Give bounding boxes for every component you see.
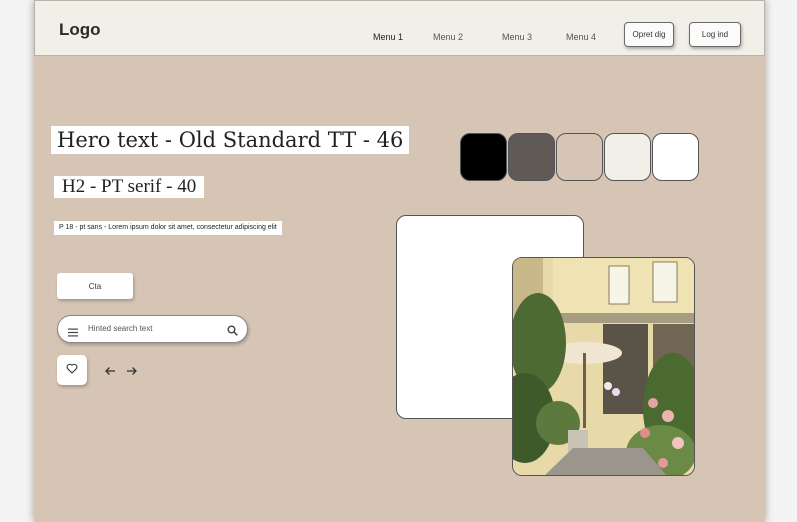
search-icon[interactable] — [227, 323, 238, 341]
login-button[interactable]: Log ind — [689, 22, 741, 47]
menu-icon[interactable] — [68, 324, 78, 342]
color-swatch-cream — [604, 133, 651, 181]
color-swatch-black — [460, 133, 507, 181]
menu-item-3[interactable]: Menu 3 — [502, 32, 532, 42]
color-swatch-dark-gray — [508, 133, 555, 181]
menu-item-1[interactable]: Menu 1 — [373, 32, 403, 42]
cta-button[interactable]: Cta — [57, 273, 133, 299]
page-frame: Logo Menu 1 Menu 2 Menu 3 Menu 4 Opret d… — [34, 0, 765, 522]
color-swatch-white — [652, 133, 699, 181]
color-swatch-beige — [556, 133, 603, 181]
signup-button[interactable]: Opret dig — [624, 22, 674, 47]
site-header: Logo Menu 1 Menu 2 Menu 3 Menu 4 Opret d… — [34, 0, 765, 56]
courtyard-photo — [512, 257, 695, 476]
menu-item-2[interactable]: Menu 2 — [433, 32, 463, 42]
h2-text-sample: H2 - PT serif - 40 — [54, 176, 205, 198]
search-bar[interactable]: Hinted search text — [57, 315, 248, 343]
heart-icon — [66, 361, 78, 379]
search-input[interactable]: Hinted search text — [88, 324, 152, 333]
logo[interactable]: Logo — [59, 20, 101, 40]
arrow-right-icon[interactable] — [126, 364, 138, 376]
hero-text-sample: Hero text - Old Standard TT - 46 — [51, 126, 410, 154]
menu-item-4[interactable]: Menu 4 — [566, 32, 596, 42]
favorite-button[interactable] — [57, 355, 87, 385]
paragraph-text-sample: P 18 - pt sans - Lorem ipsum dolor sit a… — [54, 221, 282, 235]
arrow-left-icon[interactable] — [104, 364, 116, 376]
